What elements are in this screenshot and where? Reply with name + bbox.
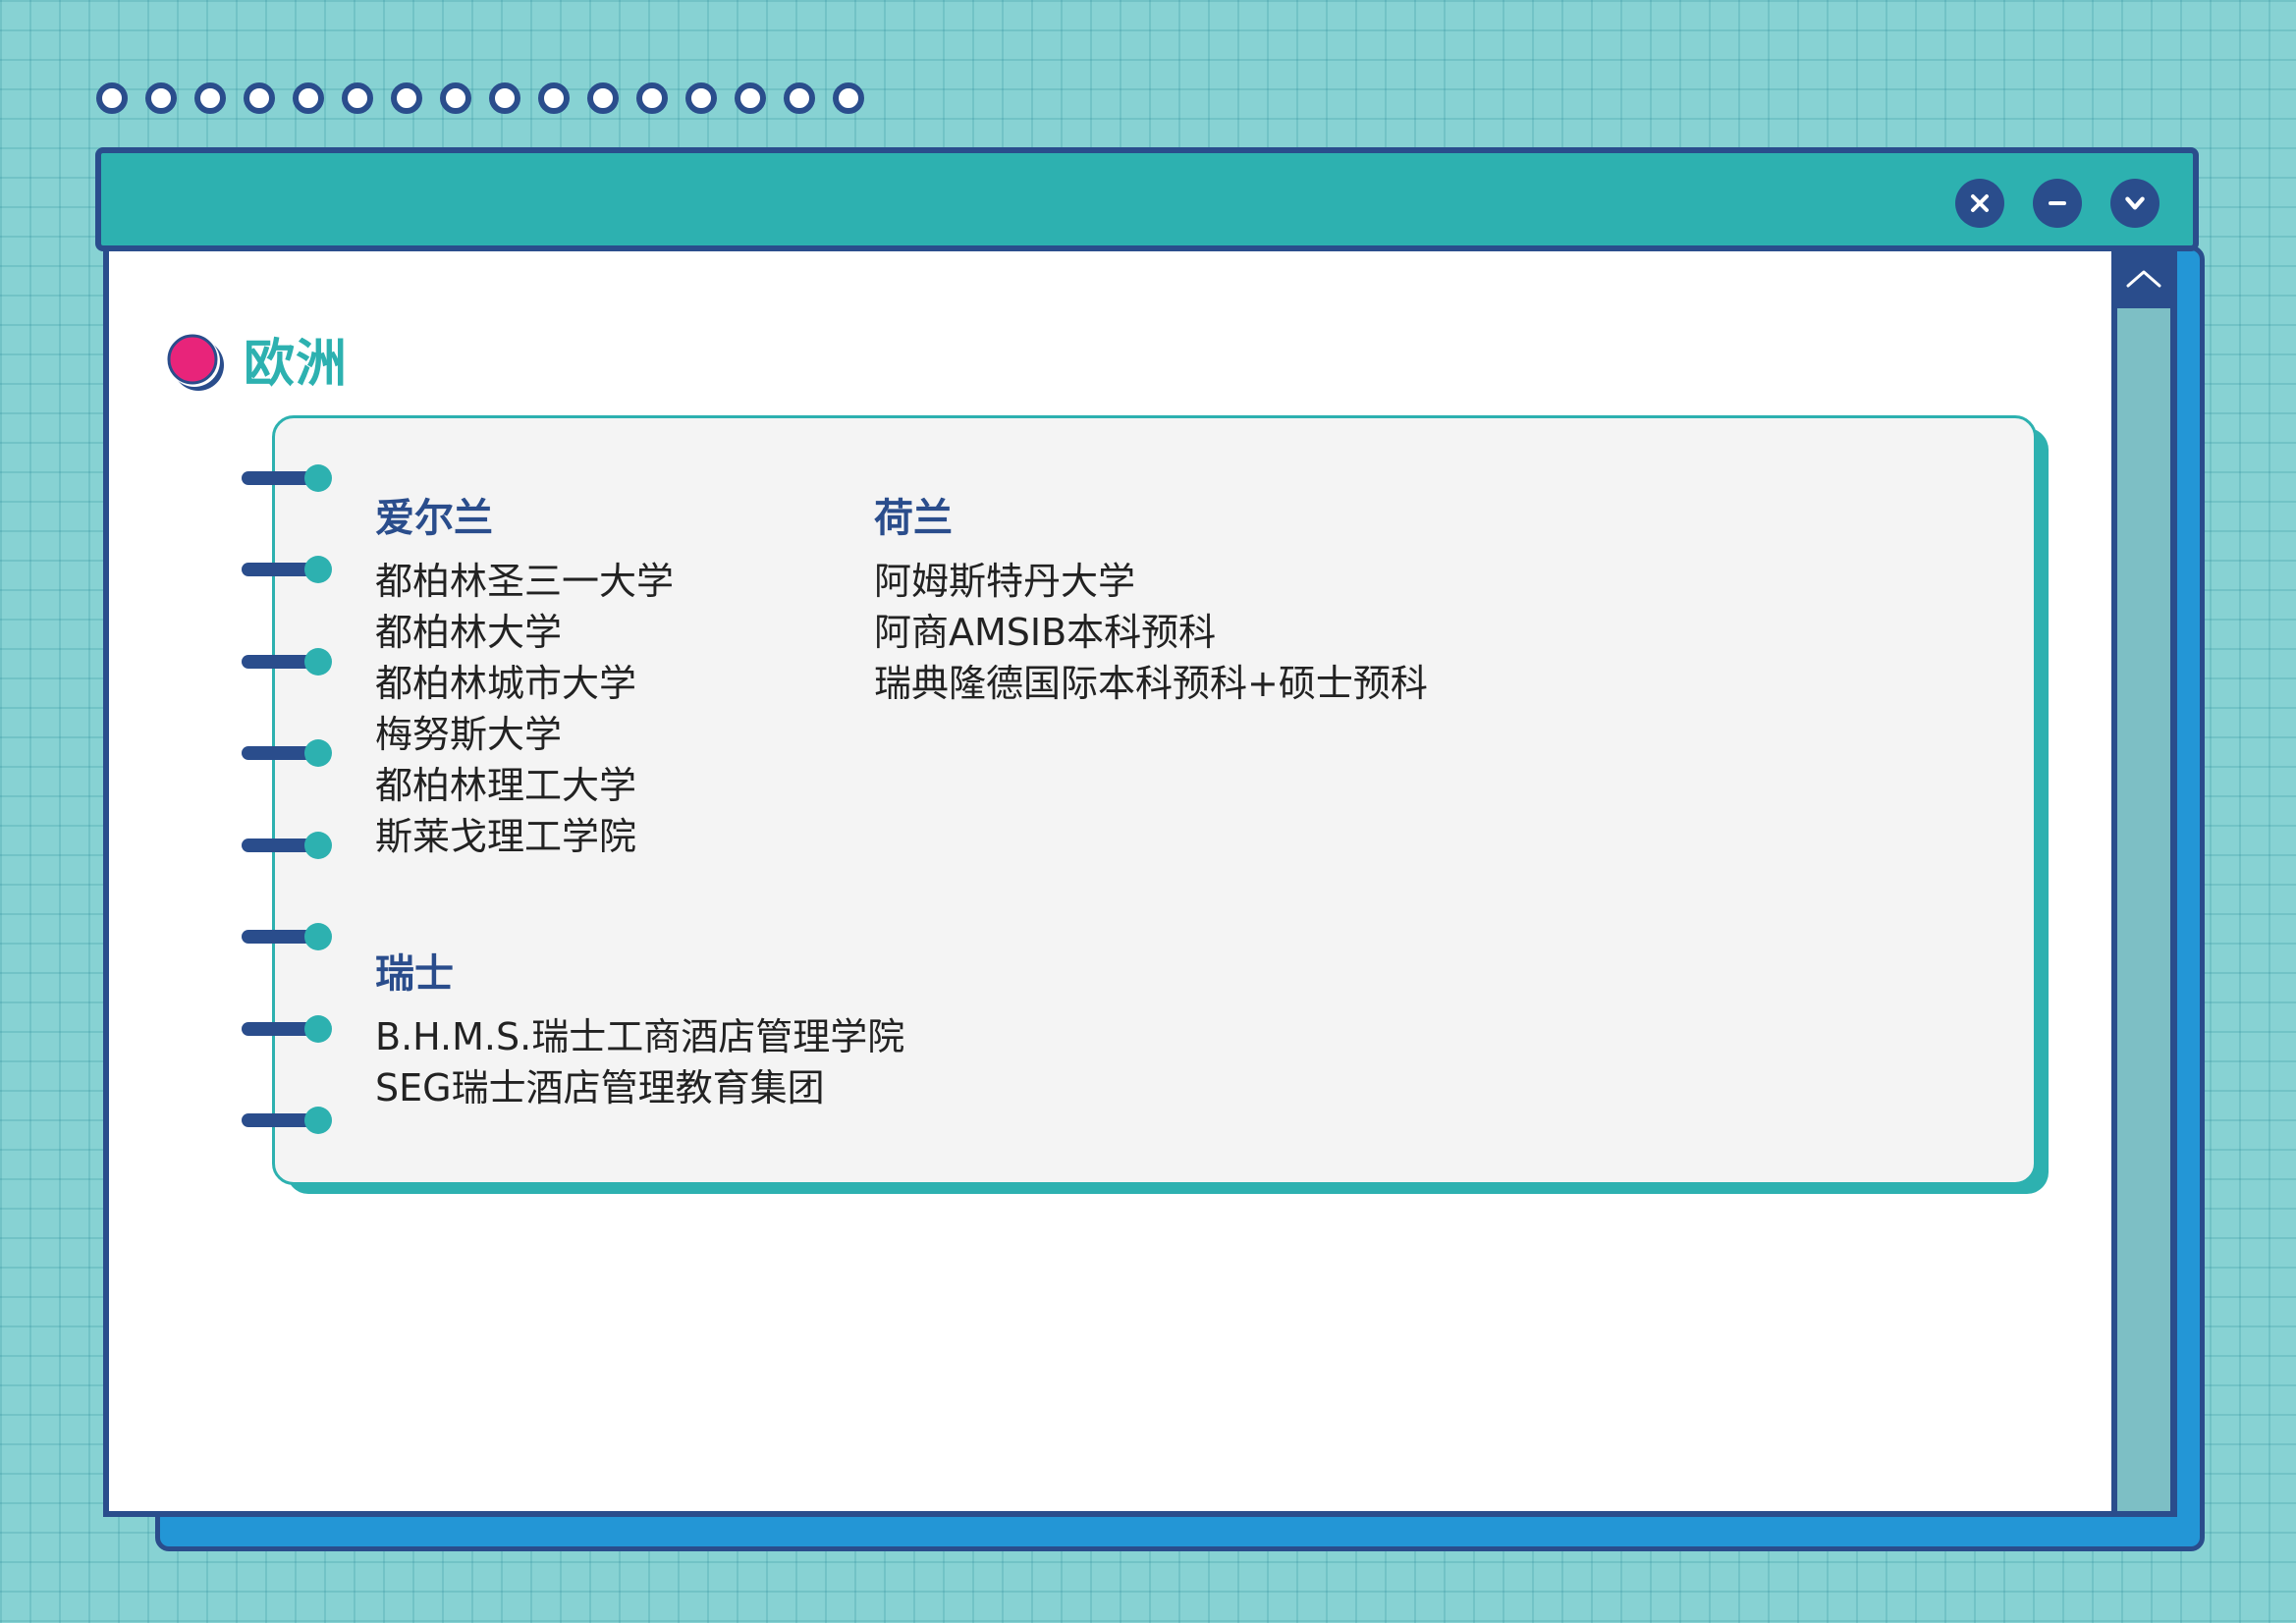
dot — [735, 82, 766, 114]
section-bullet-icon — [167, 334, 224, 391]
dot — [489, 82, 520, 114]
list-item: 都柏林圣三一大学 — [375, 560, 675, 603]
dot — [538, 82, 570, 114]
binder-ring — [242, 556, 332, 583]
region-heading-switzerland: 瑞士 — [375, 951, 454, 997]
chevron-down-icon — [2125, 196, 2145, 210]
dot — [636, 82, 668, 114]
dot — [145, 82, 177, 114]
dot — [685, 82, 717, 114]
school-list-ireland: 都柏林圣三一大学 都柏林大学 都柏林城市大学 梅努斯大学 都柏林理工大学 斯莱戈… — [375, 556, 674, 862]
binder-ring — [242, 739, 332, 767]
school-list-netherlands: 阿姆斯特丹大学 阿商AMSIB本科预科 瑞典隆德国际本科预科+硕士预科 — [874, 556, 1428, 709]
binder-ring — [242, 1015, 332, 1043]
school-list-switzerland: B.H.M.S.瑞士工商酒店管理学院 SEG瑞士酒店管理教育集团 — [375, 1011, 904, 1113]
collapse-button[interactable] — [2110, 179, 2159, 228]
minimize-icon — [2049, 201, 2066, 205]
binder-ring — [242, 1107, 332, 1134]
dot — [194, 82, 226, 114]
dot — [391, 82, 422, 114]
minimize-button[interactable] — [2033, 179, 2082, 228]
list-item: SEG瑞士酒店管理教育集团 — [375, 1066, 825, 1109]
section-title: 欧洲 — [244, 335, 349, 394]
dot — [440, 82, 471, 114]
binder-ring — [242, 832, 332, 859]
dot — [784, 82, 815, 114]
list-item: 阿姆斯特丹大学 — [874, 560, 1136, 603]
dot — [293, 82, 324, 114]
chevron-up-icon — [2126, 270, 2161, 288]
region-heading-netherlands: 荷兰 — [874, 496, 953, 541]
vertical-scrollbar[interactable] — [2111, 247, 2176, 1517]
dot — [244, 82, 275, 114]
dot — [342, 82, 373, 114]
dot — [96, 82, 128, 114]
list-item: 梅努斯大学 — [375, 713, 563, 756]
list-item: 斯莱戈理工学院 — [375, 815, 637, 858]
binder-ring — [242, 648, 332, 676]
decorative-dots — [96, 82, 864, 114]
dot — [833, 82, 864, 114]
list-item: 都柏林城市大学 — [375, 662, 637, 705]
binder-ring — [242, 923, 332, 950]
list-item: 瑞典隆德国际本科预科+硕士预科 — [874, 662, 1428, 705]
list-item: 都柏林理工大学 — [375, 764, 637, 807]
close-button[interactable] — [1955, 179, 2004, 228]
list-item: 都柏林大学 — [375, 611, 563, 654]
list-item: B.H.M.S.瑞士工商酒店管理学院 — [375, 1015, 905, 1058]
close-icon — [1971, 194, 1989, 212]
window-titlebar — [95, 147, 2199, 251]
region-heading-ireland: 爱尔兰 — [375, 496, 493, 541]
binder-ring — [242, 464, 332, 492]
dot — [587, 82, 619, 114]
scroll-up-button[interactable] — [2117, 247, 2170, 308]
list-item: 阿商AMSIB本科预科 — [874, 611, 1217, 654]
